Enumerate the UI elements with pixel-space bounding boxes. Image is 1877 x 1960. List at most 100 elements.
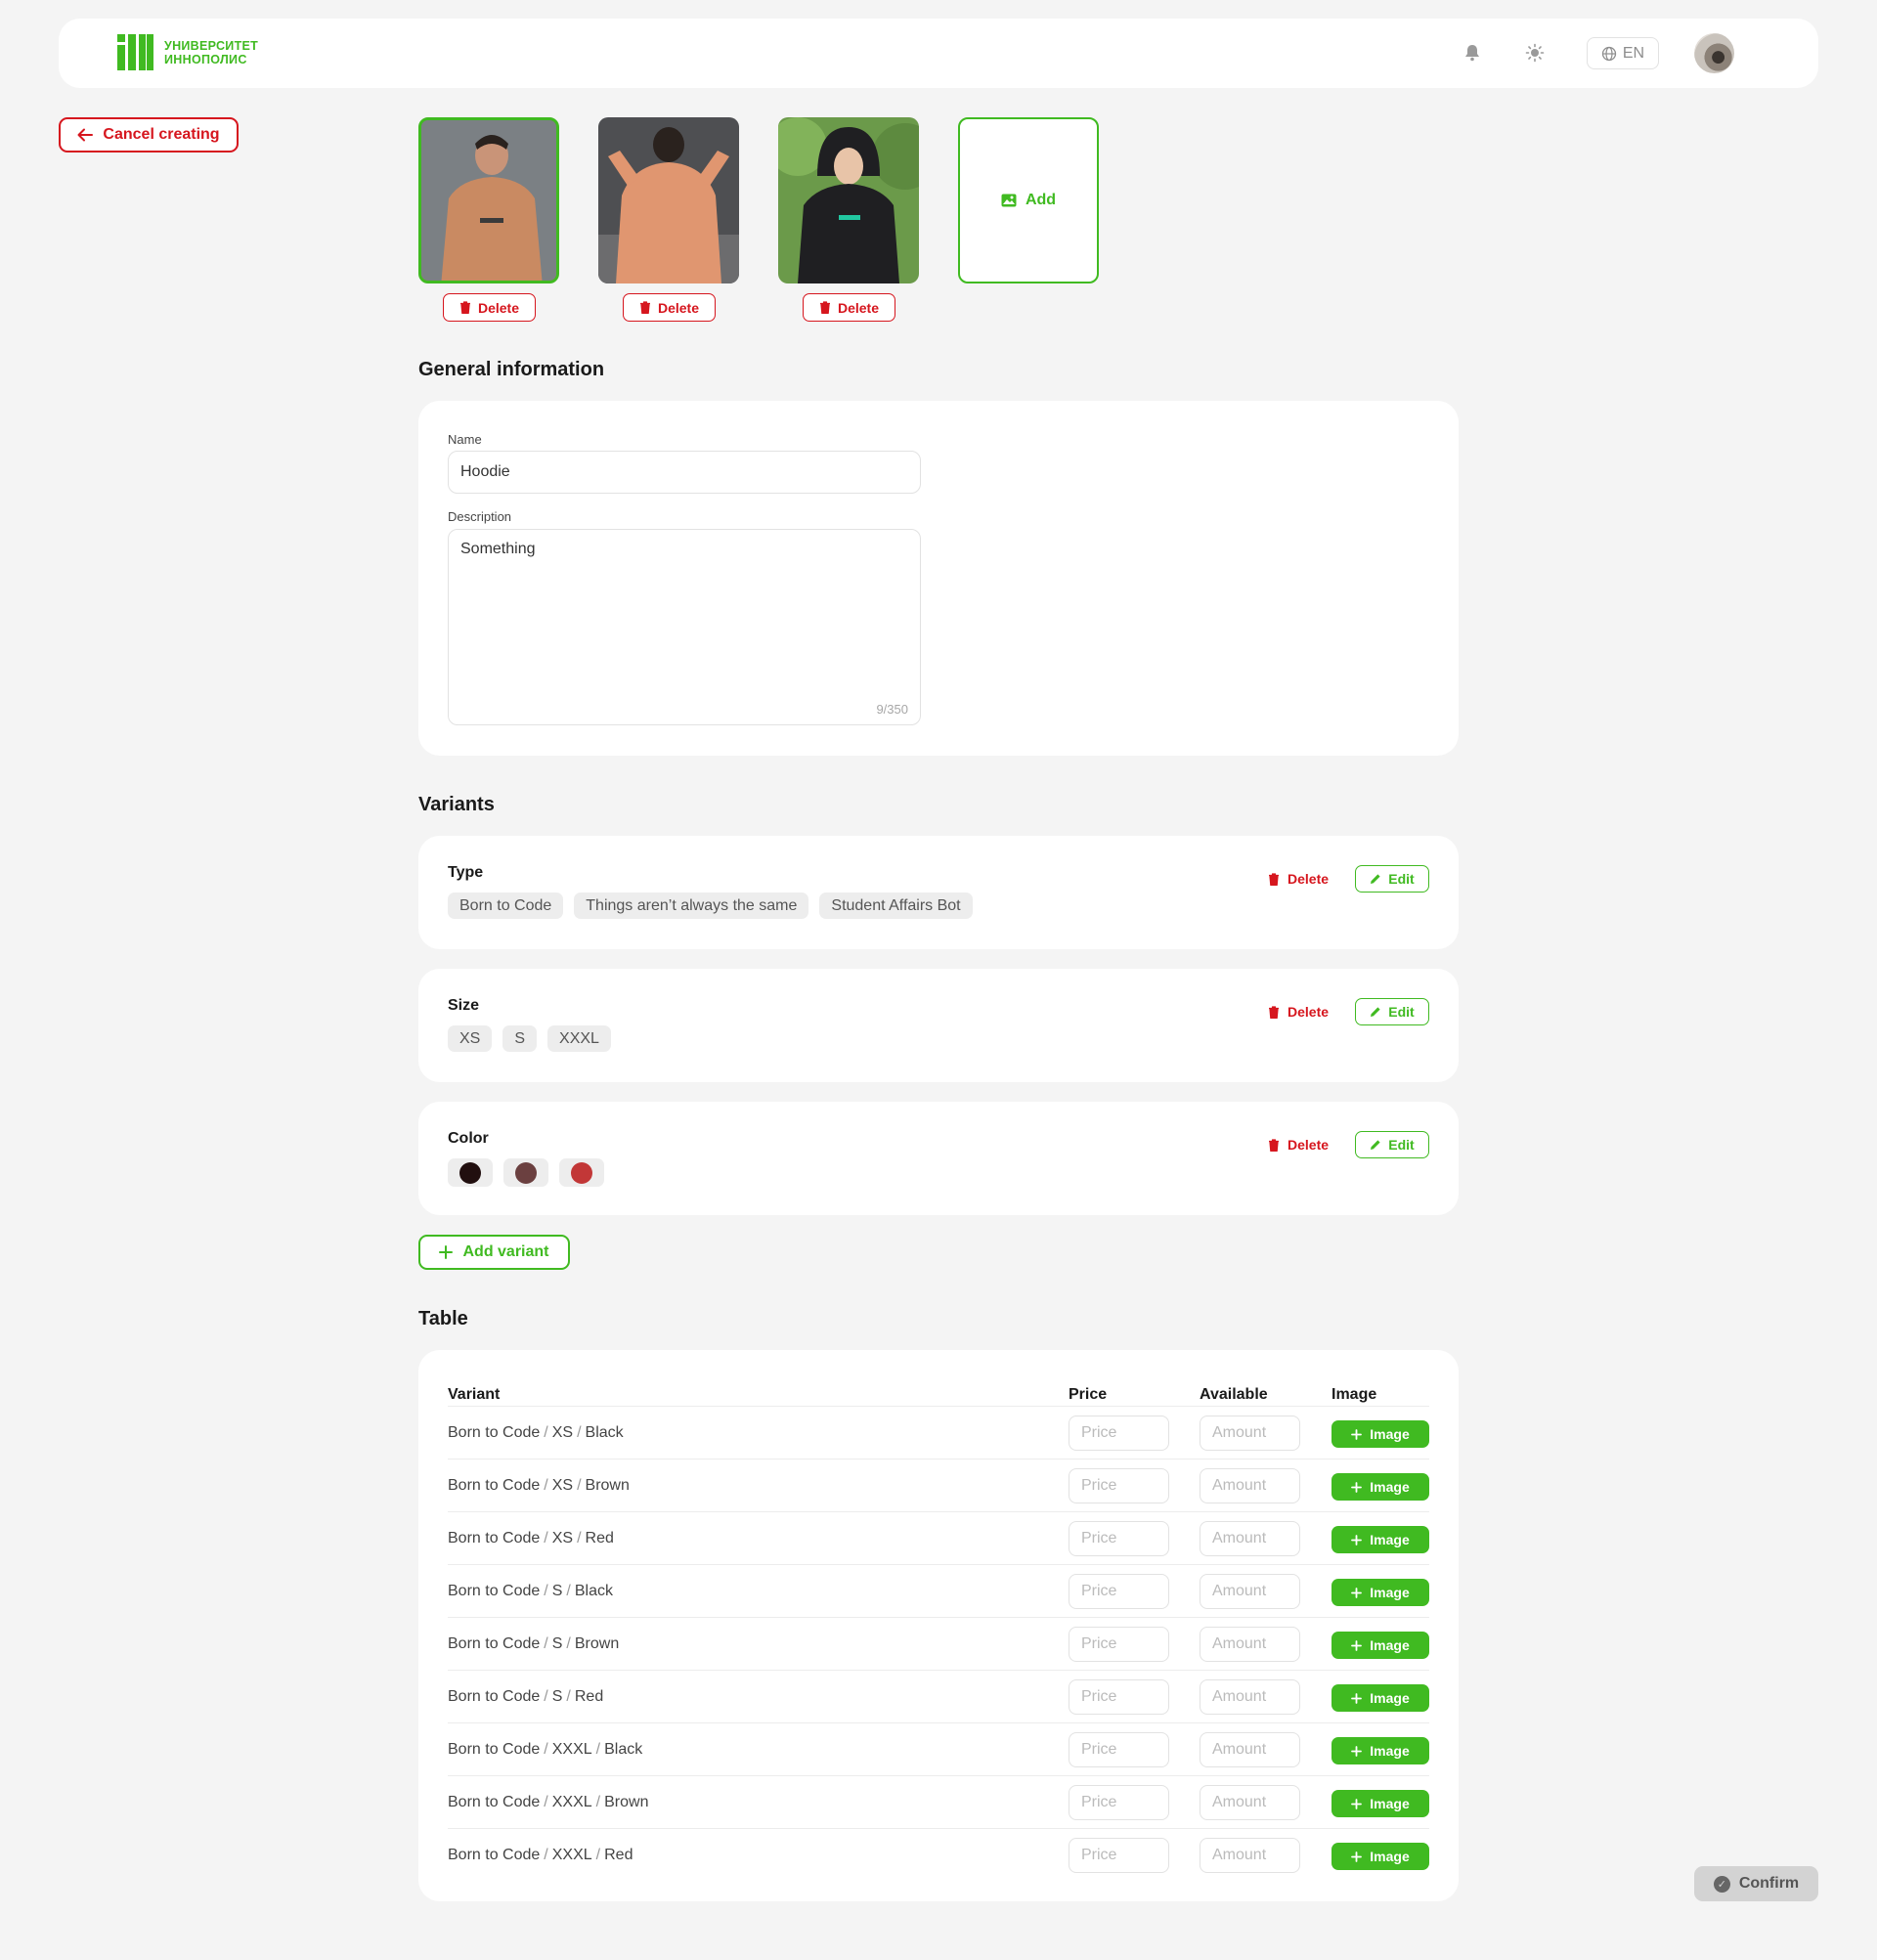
price-input[interactable]: Price [1069, 1838, 1169, 1873]
price-placeholder: Price [1081, 1741, 1117, 1758]
variant-size: XS [551, 1477, 574, 1494]
delete-image-button-1[interactable]: Delete [443, 293, 536, 322]
variant-separator: / [544, 1477, 548, 1494]
pencil-icon [1371, 1140, 1380, 1150]
variant-type-title: Type [448, 864, 484, 881]
price-input[interactable]: Price [1069, 1785, 1169, 1820]
variant-size: XXXL [551, 1847, 592, 1863]
type-chip: Things aren’t always the same [574, 893, 809, 919]
amount-input[interactable]: Amount [1200, 1627, 1300, 1662]
price-input[interactable]: Price [1069, 1521, 1169, 1556]
plus-icon [1351, 1745, 1363, 1757]
product-image-2[interactable] [598, 117, 739, 283]
variant-cell: Born to Code / XS / Black [448, 1407, 624, 1459]
color-chip [503, 1158, 548, 1187]
variant-color: Red [585, 1530, 614, 1546]
variant-card-type: Type Born to Code Things aren’t always t… [418, 836, 1459, 949]
bell-icon[interactable] [1460, 40, 1485, 65]
price-input[interactable]: Price [1069, 1732, 1169, 1767]
variant-separator: / [577, 1424, 582, 1441]
amount-input[interactable]: Amount [1200, 1416, 1300, 1451]
variant-separator: / [544, 1583, 548, 1599]
image-button-label: Image [1370, 1796, 1410, 1811]
price-input[interactable]: Price [1069, 1679, 1169, 1715]
delete-image-button-2[interactable]: Delete [623, 293, 716, 322]
delete-label: Delete [1288, 1004, 1330, 1020]
add-image-row-button[interactable]: Image [1331, 1526, 1429, 1553]
price-placeholder: Price [1081, 1477, 1117, 1494]
amount-input[interactable]: Amount [1200, 1521, 1300, 1556]
user-avatar[interactable] [1694, 33, 1734, 73]
add-image-row-button[interactable]: Image [1331, 1579, 1429, 1606]
plus-icon [1351, 1639, 1363, 1651]
edit-variant-button[interactable]: Edit [1355, 865, 1429, 893]
add-image-row-button[interactable]: Image [1331, 1632, 1429, 1659]
image-button-label: Image [1370, 1690, 1410, 1706]
variant-cell: Born to Code / XS / Red [448, 1512, 614, 1565]
color-chip-list [448, 1158, 604, 1187]
trash-icon [1269, 872, 1279, 886]
description-value: Something [460, 541, 536, 557]
variant-color: Black [574, 1583, 613, 1599]
language-selector[interactable]: EN [1587, 37, 1659, 69]
variant-size-title: Size [448, 997, 480, 1014]
variant-separator: / [577, 1530, 582, 1546]
variant-cell: Born to Code / S / Brown [448, 1618, 619, 1671]
column-header-variant: Variant [448, 1386, 501, 1403]
color-swatch [515, 1161, 537, 1184]
delete-variant-button[interactable]: Delete [1268, 998, 1329, 1025]
image-button-label: Image [1370, 1637, 1410, 1653]
price-input[interactable]: Price [1069, 1627, 1169, 1662]
image-button-label: Image [1370, 1426, 1410, 1442]
size-chip: XS [448, 1025, 493, 1052]
variant-type: Born to Code [448, 1847, 541, 1863]
price-input[interactable]: Price [1069, 1574, 1169, 1609]
add-image-row-button[interactable]: Image [1331, 1790, 1429, 1817]
plus-icon [1351, 1428, 1363, 1440]
variant-card-color: Color Delete Edit [418, 1102, 1459, 1215]
edit-variant-button[interactable]: Edit [1355, 1131, 1429, 1158]
delete-variant-button[interactable]: Delete [1268, 865, 1329, 893]
name-input[interactable]: Hoodie [448, 451, 921, 494]
add-image-row-button[interactable]: Image [1331, 1473, 1429, 1501]
amount-input[interactable]: Amount [1200, 1468, 1300, 1503]
add-image-button[interactable]: Add [958, 117, 1099, 283]
variant-cell: Born to Code / XXXL / Brown [448, 1776, 648, 1829]
image-button-label: Image [1370, 1743, 1410, 1759]
price-input[interactable]: Price [1069, 1416, 1169, 1451]
variant-separator: / [566, 1635, 571, 1652]
add-image-row-button[interactable]: Image [1331, 1843, 1429, 1870]
description-textarea[interactable]: Something 9/350 [448, 529, 921, 725]
plus-icon [1351, 1534, 1363, 1546]
name-value: Hoodie [460, 463, 510, 480]
amount-input[interactable]: Amount [1200, 1732, 1300, 1767]
check-circle-icon: ✓ [1713, 1875, 1730, 1893]
delete-image-button-3[interactable]: Delete [803, 293, 895, 322]
cancel-creating-button[interactable]: Cancel creating [59, 117, 239, 152]
variant-color: Red [604, 1847, 633, 1863]
amount-input[interactable]: Amount [1200, 1679, 1300, 1715]
university-logo[interactable]: УНИВЕРСИТЕТ ИННОПОЛИС [117, 34, 258, 70]
price-placeholder: Price [1081, 1530, 1117, 1546]
amount-input[interactable]: Amount [1200, 1574, 1300, 1609]
amount-input[interactable]: Amount [1200, 1785, 1300, 1820]
product-image-3[interactable] [778, 117, 919, 283]
variant-separator: / [544, 1794, 548, 1810]
price-input[interactable]: Price [1069, 1468, 1169, 1503]
add-image-row-button[interactable]: Image [1331, 1420, 1429, 1448]
trash-icon [1269, 1138, 1279, 1152]
product-image-1[interactable] [418, 117, 559, 283]
add-image-row-button[interactable]: Image [1331, 1737, 1429, 1764]
add-variant-button[interactable]: Add variant [418, 1235, 570, 1270]
add-image-row-button[interactable]: Image [1331, 1684, 1429, 1712]
logo-line1: УНИВЕРСИТЕТ [164, 38, 259, 53]
delete-variant-button[interactable]: Delete [1268, 1131, 1329, 1158]
trash-icon [639, 301, 650, 314]
amount-input[interactable]: Amount [1200, 1838, 1300, 1873]
edit-variant-button[interactable]: Edit [1355, 998, 1429, 1025]
top-header: УНИВЕРСИТЕТ ИННОПОЛИС EN [59, 19, 1818, 88]
delete-label: Delete [1288, 871, 1330, 887]
size-chip: S [502, 1025, 538, 1052]
confirm-button[interactable]: ✓ Confirm [1694, 1866, 1818, 1901]
sun-icon[interactable] [1522, 40, 1548, 65]
